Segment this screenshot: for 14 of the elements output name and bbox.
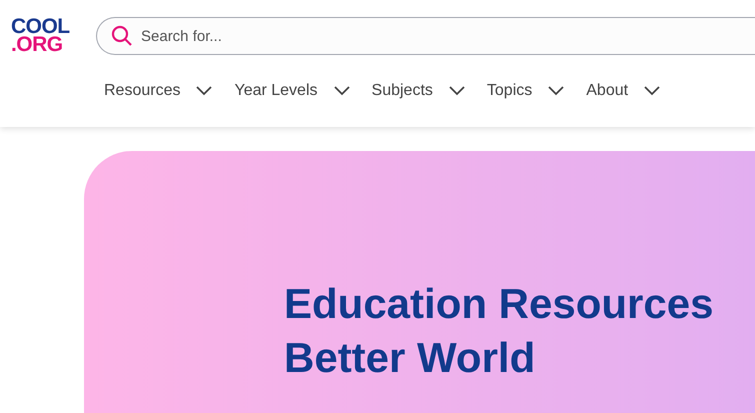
nav-menu-item[interactable]: Subjects — [372, 79, 465, 103]
chevron-down-icon — [448, 86, 465, 96]
logo[interactable]: COOL .ORG — [11, 18, 73, 54]
nav-menu-item[interactable]: Topics — [486, 79, 564, 103]
chevron-down-icon — [196, 86, 212, 96]
chevron-down-icon — [334, 86, 350, 96]
search-field[interactable]: Search for... — [96, 17, 755, 55]
nav-menu-item[interactable]: Resources — [104, 79, 212, 103]
nav-menu-item[interactable]: Year Levels — [234, 79, 350, 103]
chevron-down-icon — [548, 86, 564, 96]
chevron-down-icon — [644, 86, 660, 96]
hero-heading: Education Resources Better World — [284, 279, 714, 383]
search-icon — [111, 25, 133, 47]
nav-menu-item[interactable]: About — [586, 79, 660, 103]
